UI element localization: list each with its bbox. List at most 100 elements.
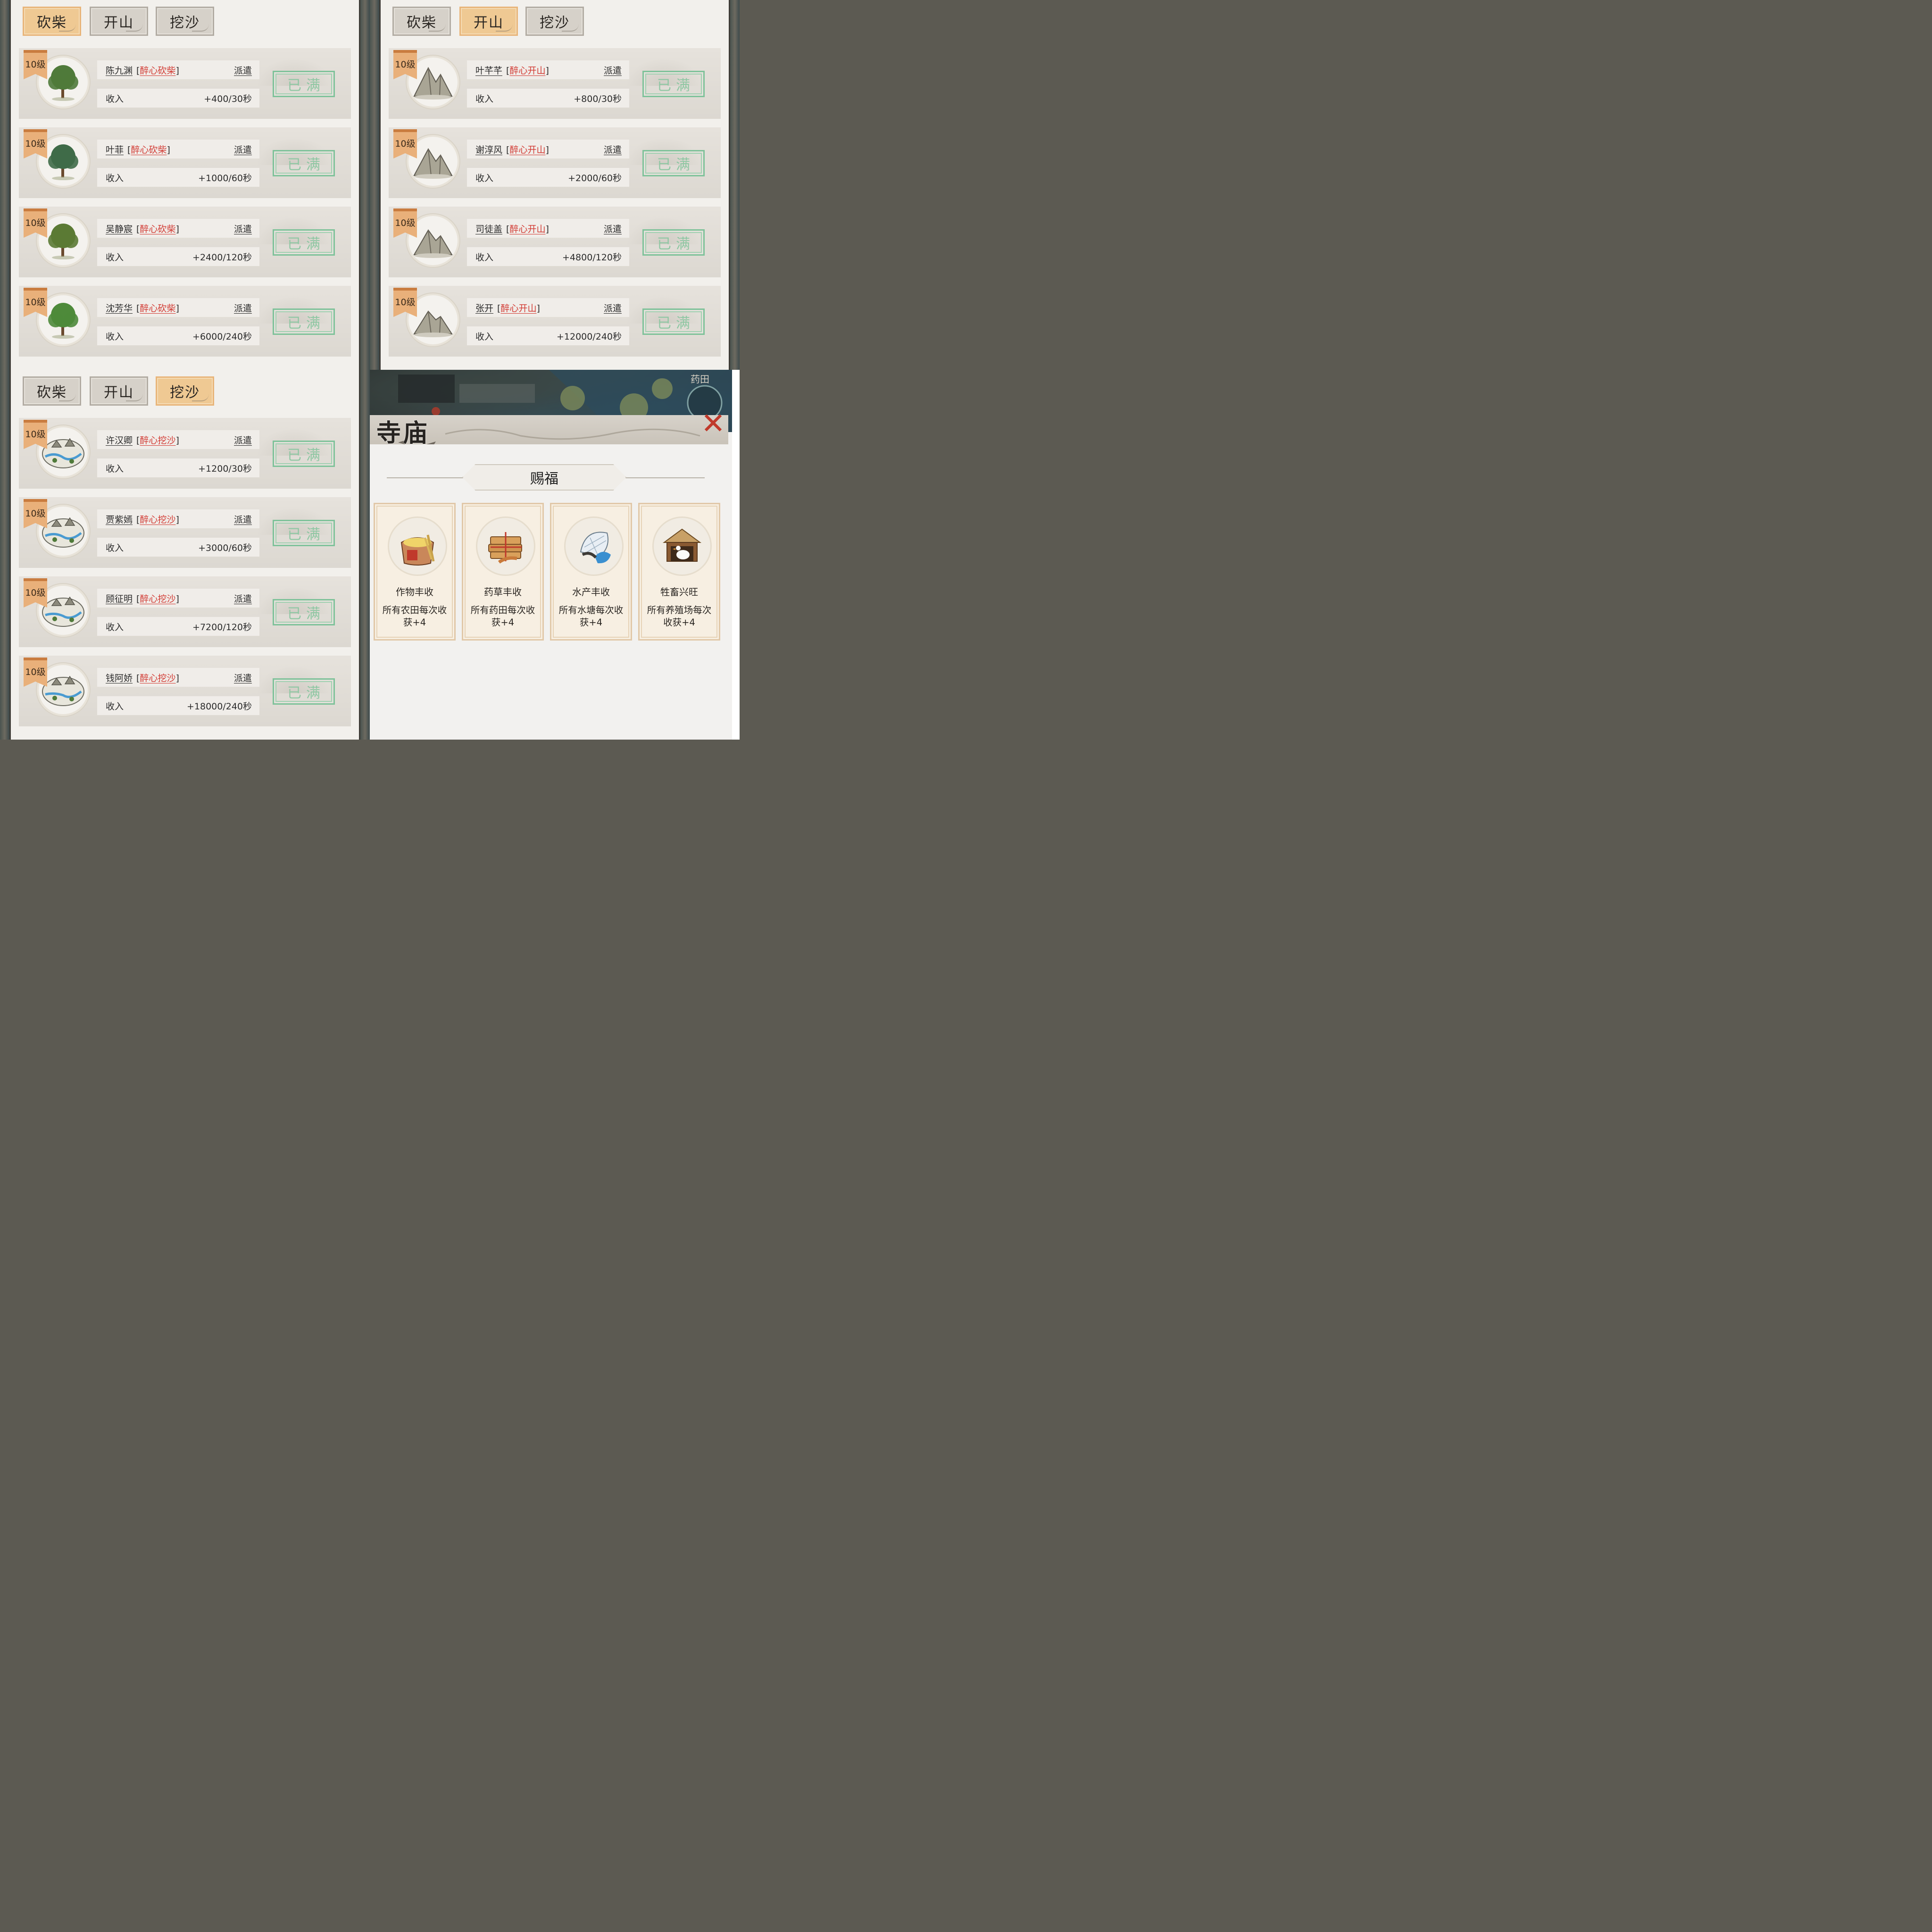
trait-label[interactable]: 醉心开山 xyxy=(509,145,545,155)
worker-trait: [醉心挖沙] xyxy=(136,514,179,525)
full-button[interactable]: 已满 xyxy=(273,229,335,256)
worker-trait: [醉心挖沙] xyxy=(136,435,179,446)
tab-woodcutting[interactable]: 砍柴 xyxy=(23,376,81,406)
level-badge: 10级 xyxy=(24,658,47,687)
income-value: +2400/120秒 xyxy=(192,252,252,263)
worker-trait: [醉心开山] xyxy=(506,65,549,76)
trait-label[interactable]: 醉心挖沙 xyxy=(140,435,175,446)
full-button[interactable]: 已满 xyxy=(642,71,705,97)
dispatch-link[interactable]: 派遣 xyxy=(604,64,622,76)
dispatch-link[interactable]: 派遣 xyxy=(234,433,252,446)
worker-trait: [醉心砍柴] xyxy=(136,224,179,234)
level-badge: 10级 xyxy=(24,420,47,449)
trait-label[interactable]: 醉心开山 xyxy=(509,66,545,76)
card-livestock-prosper[interactable]: 牲畜兴旺 所有养殖场每次收获+4 xyxy=(638,503,720,641)
tab-mining[interactable]: 开山 xyxy=(90,7,148,36)
dispatch-link[interactable]: 派遣 xyxy=(234,143,252,156)
worker-name[interactable]: 沈芳华 xyxy=(106,301,133,314)
full-button[interactable]: 已满 xyxy=(642,229,705,256)
tab-mining[interactable]: 开山 xyxy=(90,376,148,406)
income-info: 收入 +400/30秒 xyxy=(97,89,259,108)
worker-name[interactable]: 钱阿娇 xyxy=(106,671,133,684)
tab-mining[interactable]: 开山 xyxy=(459,7,518,36)
temple-panel: 药田 寺庙 ✕ 赐福 作物丰收 所有农田每次收获+4 药草丰收 所有药田每次收获… xyxy=(370,370,740,740)
trait-label[interactable]: 醉心挖沙 xyxy=(140,594,175,604)
card-description: 所有水塘每次收获+4 xyxy=(558,605,624,628)
card-description: 所有农田每次收获+4 xyxy=(382,605,447,628)
level-badge: 10级 xyxy=(24,129,47,158)
worker-name[interactable]: 顾征明 xyxy=(106,592,133,605)
trait-label[interactable]: 醉心砍柴 xyxy=(140,66,175,76)
trait-label[interactable]: 醉心挖沙 xyxy=(140,673,175,683)
tab-woodcutting[interactable]: 砍柴 xyxy=(23,7,81,36)
income-label: 收入 xyxy=(475,173,494,183)
worker-info: 沈芳华 [醉心砍柴] 派遣 xyxy=(97,298,259,317)
full-button[interactable]: 已满 xyxy=(273,678,335,705)
worker-name[interactable]: 张开 xyxy=(475,301,493,314)
trait-label[interactable]: 醉心挖沙 xyxy=(140,515,175,525)
trait-label[interactable]: 醉心砍柴 xyxy=(140,303,175,314)
card-title: 水产丰收 xyxy=(572,586,610,598)
dispatch-link[interactable]: 派遣 xyxy=(234,592,252,605)
worker-name[interactable]: 叶芊芊 xyxy=(475,64,502,76)
worker-info: 叶芊芊 [醉心开山] 派遣 xyxy=(467,60,629,79)
income-info: 收入 +2000/60秒 xyxy=(467,168,629,187)
card-description: 所有养殖场每次收获+4 xyxy=(647,605,712,628)
scene-label: 药田 xyxy=(691,374,709,385)
temple-title: 寺庙 xyxy=(376,419,430,448)
dispatch-link[interactable]: 派遣 xyxy=(234,222,252,235)
worker-info: 吴静宸 [醉心砍柴] 派遣 xyxy=(97,219,259,238)
worker-trait: [醉心砍柴] xyxy=(136,65,179,76)
tab-sand-digging[interactable]: 挖沙 xyxy=(525,7,584,36)
income-info: 收入 +3000/60秒 xyxy=(97,538,259,557)
income-value: +18000/240秒 xyxy=(186,701,252,712)
card-description: 所有药田每次收获+4 xyxy=(470,605,535,628)
level-badge: 10级 xyxy=(24,578,47,608)
worker-row: 10级 钱阿娇 [醉心挖沙] 派遣 收入 +18000/240秒 已满 xyxy=(19,656,351,726)
dispatch-link[interactable]: 派遣 xyxy=(234,64,252,76)
close-icon[interactable]: ✕ xyxy=(700,409,726,438)
income-value: +7200/120秒 xyxy=(192,622,252,633)
full-button[interactable]: 已满 xyxy=(273,599,335,625)
worker-name[interactable]: 吴静宸 xyxy=(106,222,133,235)
card-herb-harvest[interactable]: 药草丰收 所有药田每次收获+4 xyxy=(462,503,544,641)
worker-trait: [醉心开山] xyxy=(506,224,549,234)
dispatch-link[interactable]: 派遣 xyxy=(234,671,252,684)
income-label: 收入 xyxy=(106,93,124,104)
income-value: +3000/60秒 xyxy=(198,542,252,553)
card-crop-harvest[interactable]: 作物丰收 所有农田每次收获+4 xyxy=(374,503,456,641)
dispatch-link[interactable]: 派遣 xyxy=(604,222,622,235)
worker-row: 10级 沈芳华 [醉心砍柴] 派遣 收入 +6000/240秒 已满 xyxy=(19,286,351,357)
card-aquatic-harvest[interactable]: 水产丰收 所有水塘每次收获+4 xyxy=(550,503,632,641)
worker-name[interactable]: 许汉卿 xyxy=(106,433,133,446)
income-info: 收入 +4800/120秒 xyxy=(467,247,629,266)
dispatch-link[interactable]: 派遣 xyxy=(604,301,622,314)
worker-trait: [醉心砍柴] xyxy=(136,303,179,314)
full-button[interactable]: 已满 xyxy=(273,71,335,97)
trait-label[interactable]: 醉心砍柴 xyxy=(140,224,175,234)
income-value: +1200/30秒 xyxy=(198,463,252,474)
worker-name[interactable]: 叶菲 xyxy=(106,143,124,156)
worker-name[interactable]: 陈九渊 xyxy=(106,64,133,76)
worker-row: 10级 吴静宸 [醉心砍柴] 派遣 收入 +2400/120秒 已满 xyxy=(19,207,351,277)
dispatch-link[interactable]: 派遣 xyxy=(604,143,622,156)
trait-label[interactable]: 醉心开山 xyxy=(509,224,545,234)
worker-name[interactable]: 司徒盖 xyxy=(475,222,502,235)
full-button[interactable]: 已满 xyxy=(642,150,705,176)
tab-woodcutting[interactable]: 砍柴 xyxy=(392,7,451,36)
worker-row: 10级 陈九渊 [醉心砍柴] 派遣 收入 +400/30秒 已满 xyxy=(19,48,351,119)
tab-sand-digging[interactable]: 挖沙 xyxy=(156,7,214,36)
trait-label[interactable]: 醉心砍柴 xyxy=(131,145,167,155)
full-button[interactable]: 已满 xyxy=(273,150,335,176)
full-button[interactable]: 已满 xyxy=(273,308,335,335)
tab-sand-digging[interactable]: 挖沙 xyxy=(156,376,214,406)
dispatch-link[interactable]: 派遣 xyxy=(234,513,252,525)
dispatch-link[interactable]: 派遣 xyxy=(234,301,252,314)
full-button[interactable]: 已满 xyxy=(642,308,705,335)
full-button[interactable]: 已满 xyxy=(273,520,335,546)
trait-label[interactable]: 醉心开山 xyxy=(500,303,536,314)
full-button[interactable]: 已满 xyxy=(273,441,335,467)
worker-name[interactable]: 贾紫嫣 xyxy=(106,513,133,525)
worker-name[interactable]: 谢淳风 xyxy=(475,143,502,156)
mining-panel: 砍柴 开山 挖沙 10级 叶芊芊 [醉心开山] 派遣 收入 +800/30秒 已满 … xyxy=(370,0,740,370)
